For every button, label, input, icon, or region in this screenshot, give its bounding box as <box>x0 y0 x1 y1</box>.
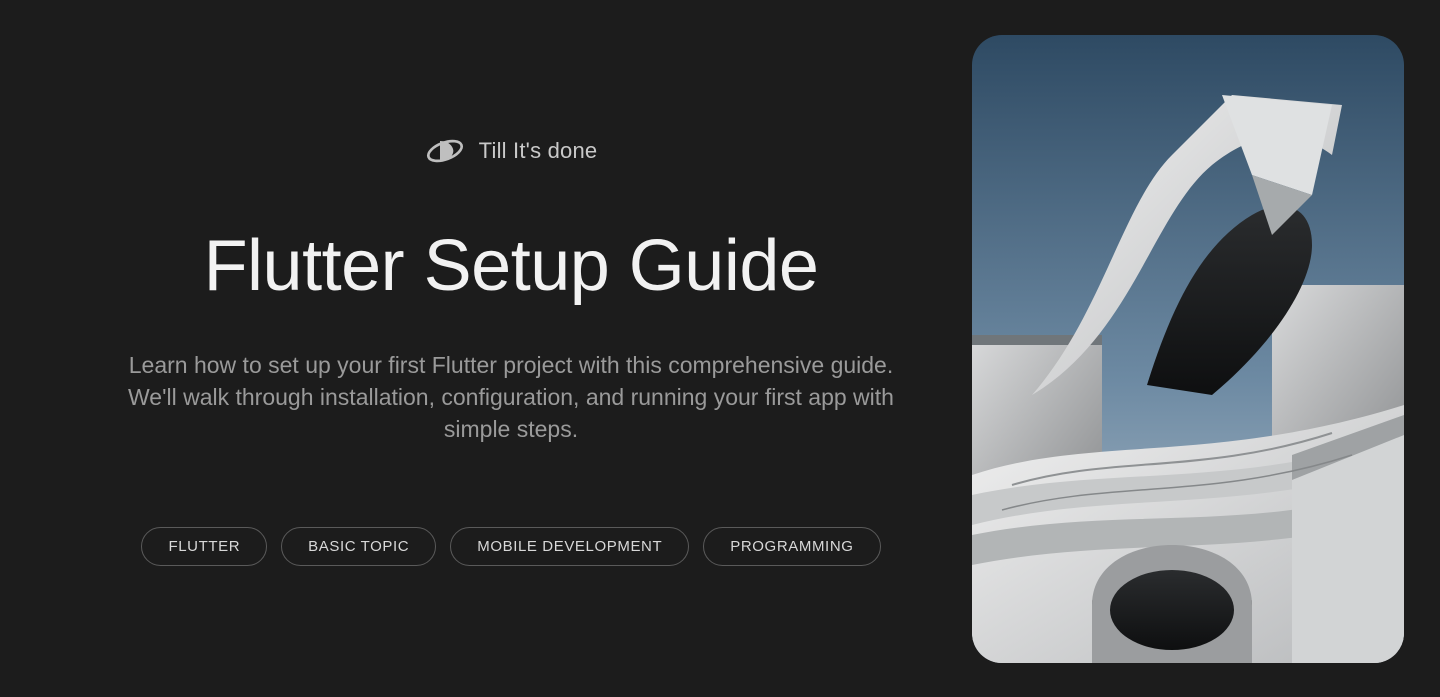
orbit-d-icon <box>425 131 465 171</box>
tag-programming[interactable]: PROGRAMMING <box>703 527 880 566</box>
content-column: Till It's done Flutter Setup Guide Learn… <box>0 131 972 567</box>
brand-row: Till It's done <box>425 131 598 171</box>
brand-name: Till It's done <box>479 138 598 164</box>
hero-image <box>972 35 1404 663</box>
page-title: Flutter Setup Guide <box>204 229 819 305</box>
tag-mobile-development[interactable]: MOBILE DEVELOPMENT <box>450 527 689 566</box>
tag-basic-topic[interactable]: BASIC TOPIC <box>281 527 436 566</box>
page-subtitle: Learn how to set up your first Flutter p… <box>106 350 916 445</box>
tag-row: FLUTTER BASIC TOPIC MOBILE DEVELOPMENT P… <box>141 527 880 566</box>
tag-flutter[interactable]: FLUTTER <box>141 527 267 566</box>
page-container: Till It's done Flutter Setup Guide Learn… <box>0 0 1440 697</box>
